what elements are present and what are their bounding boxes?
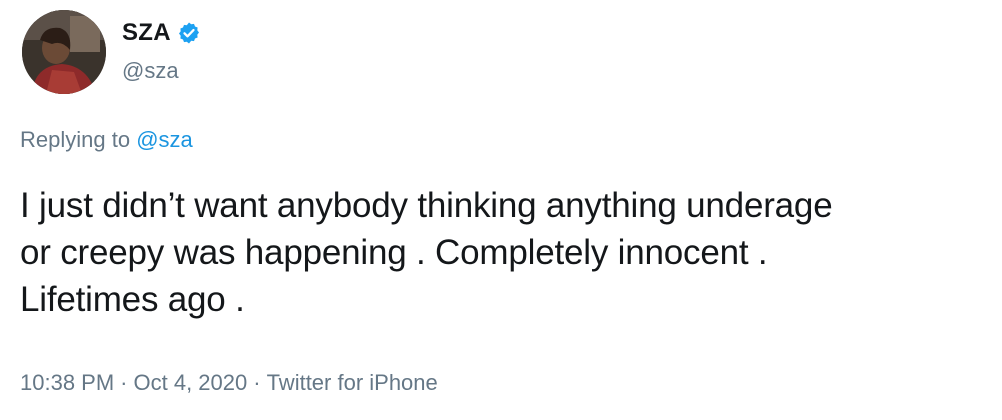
replying-to: Replying to @sza <box>20 127 193 153</box>
reply-mention-link[interactable]: @sza <box>136 127 193 152</box>
tweet-source[interactable]: Twitter for iPhone <box>267 370 438 395</box>
profile-photo-icon <box>22 10 106 94</box>
verified-badge-icon <box>177 21 201 45</box>
display-name[interactable]: SZA <box>122 19 171 47</box>
author-row: SZA <box>122 18 201 48</box>
tweet-text-line: or creepy was happening . Completely inn… <box>20 233 768 272</box>
replying-to-label: Replying to <box>20 127 131 152</box>
tweet-text-line: I just didn’t want anybody thinking anyt… <box>20 186 833 225</box>
tweet-meta: 10:38 PM · Oct 4, 2020 · Twitter for iPhone <box>20 370 438 396</box>
tweet-text-line: Lifetimes ago . <box>20 280 245 319</box>
avatar[interactable] <box>22 10 106 94</box>
tweet-card: SZA @sza Replying to @sza I just didn’t … <box>0 0 1002 420</box>
tweet-text: I just didn’t want anybody thinking anyt… <box>20 182 995 323</box>
tweet-date[interactable]: Oct 4, 2020 <box>134 370 248 395</box>
meta-separator: · <box>253 370 261 395</box>
meta-separator: · <box>120 370 128 395</box>
tweet-time[interactable]: 10:38 PM <box>20 370 114 395</box>
author-handle[interactable]: @sza <box>122 58 179 84</box>
